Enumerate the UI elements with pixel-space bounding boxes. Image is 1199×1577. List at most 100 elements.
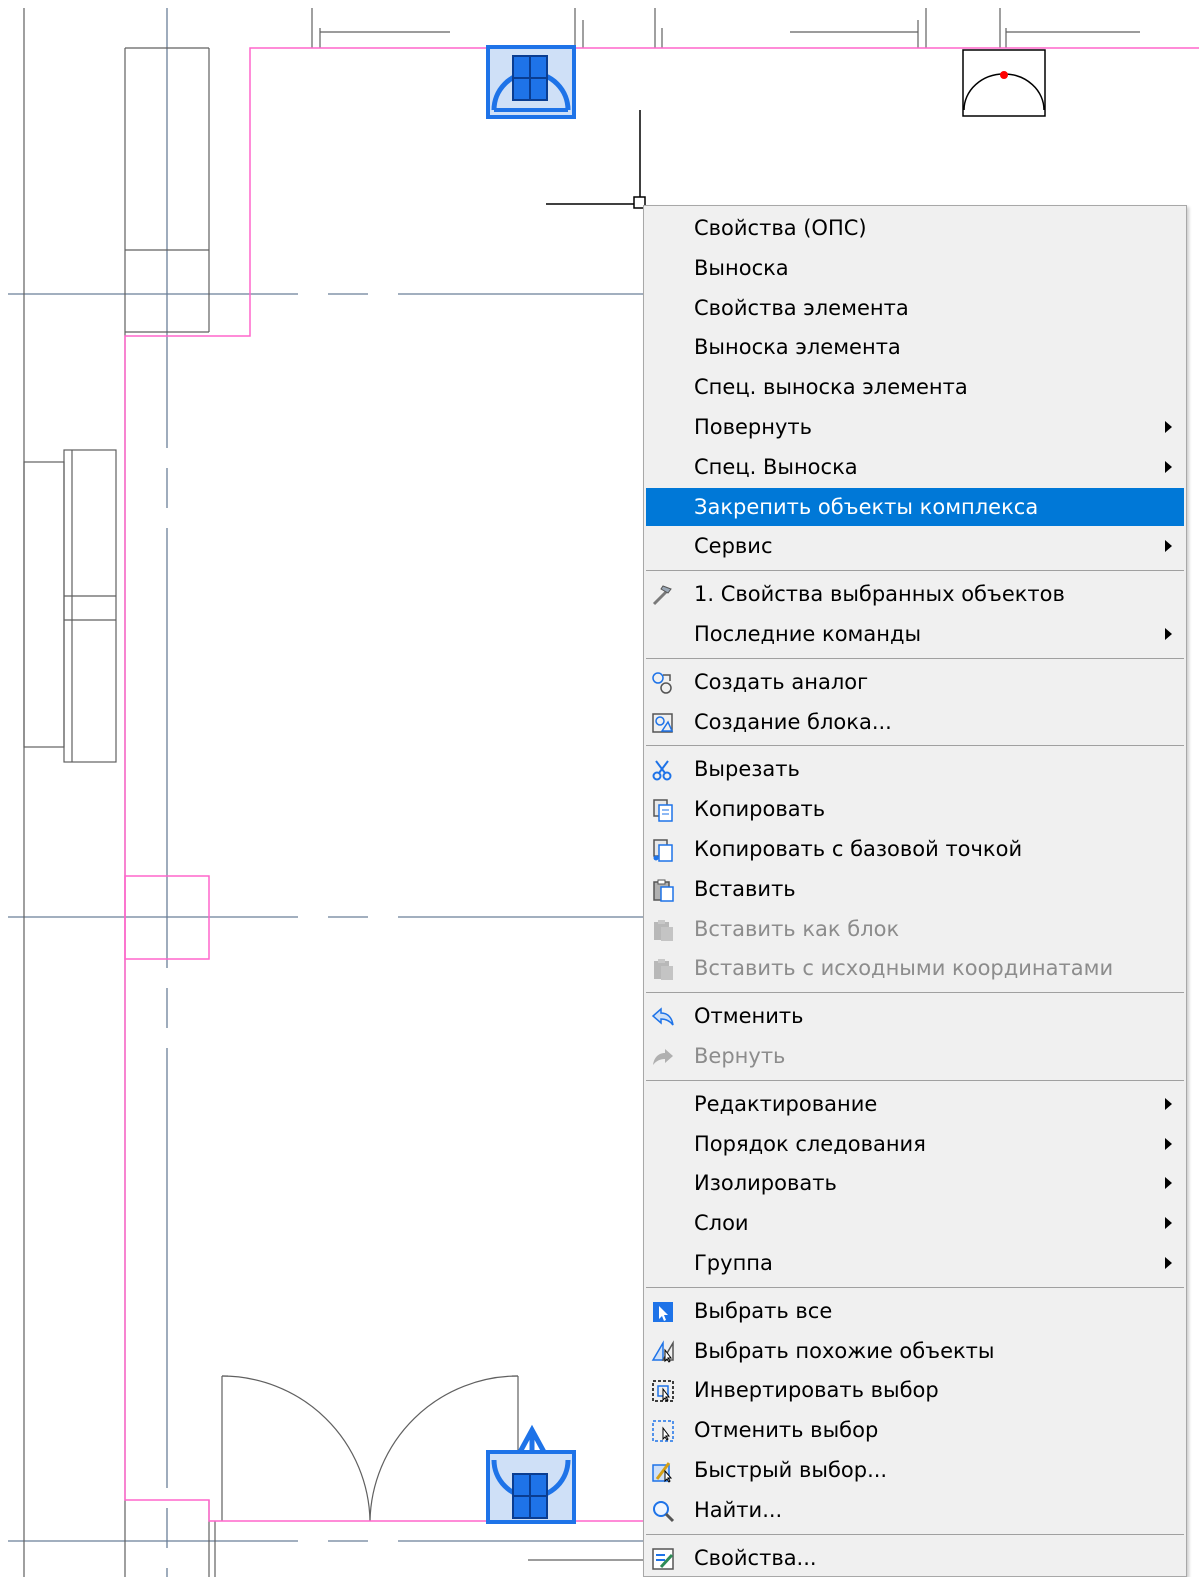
submenu-arrow-icon [1165, 628, 1172, 640]
menu-item-label: 1. Свойства выбранных объектов [694, 582, 1065, 607]
menu-item-label: Создание блока... [694, 709, 892, 734]
menu-item-label: Выбрать похожие объекты [694, 1338, 995, 1363]
menu-item-15[interactable]: Создание блока... [646, 703, 1184, 741]
menu-item-37[interactable]: Быстрый выбор... [646, 1451, 1184, 1489]
menu-item-label: Повернуть [694, 415, 813, 439]
menu-item-14[interactable]: Создать аналог [646, 663, 1184, 701]
menu-item-18[interactable]: Копировать [646, 790, 1184, 828]
menu-item-2[interactable]: Выноска [646, 249, 1184, 287]
submenu-arrow-icon [1165, 1137, 1172, 1150]
menu-item-5[interactable]: Спец. выноска элемента [646, 368, 1184, 406]
menu-item-label: Последние команды [694, 622, 922, 646]
menu-item-label: Выноска элемента [694, 335, 901, 360]
menu-item-label: Вернуть [694, 1044, 786, 1068]
menu-item-27[interactable]: Редактирование [646, 1085, 1184, 1123]
menu-item-label: Создать аналог [694, 669, 869, 694]
block-icon [651, 711, 675, 735]
menu-item-label: Найти... [694, 1497, 783, 1522]
menu-item-4[interactable]: Выноска элемента [646, 328, 1184, 366]
deselect-icon [651, 1419, 675, 1443]
detector-top-right[interactable] [962, 49, 1046, 117]
submenu-arrow-icon [1165, 421, 1172, 433]
undo-icon [651, 1005, 675, 1029]
menu-item-35[interactable]: Инвертировать выбор [646, 1371, 1184, 1409]
menu-item-12[interactable]: Последние команды [646, 615, 1184, 653]
select-all-icon [651, 1300, 675, 1324]
menu-item-24[interactable]: Отменить [646, 997, 1184, 1035]
menu-item-29[interactable]: Изолировать [646, 1164, 1184, 1202]
menu-item-label: Вставить как блок [694, 916, 900, 941]
menu-item-8[interactable]: Закрепить объекты комплекса [646, 487, 1184, 526]
paste-gray-icon [651, 957, 675, 981]
menu-item-label: Изолировать [694, 1171, 837, 1196]
menu-item-label: Закрепить объекты комплекса [694, 494, 1039, 519]
menu-item-label: Порядок следования [694, 1131, 926, 1156]
paste-icon [651, 878, 675, 902]
menu-item-label: Слои [694, 1211, 749, 1236]
context-menu[interactable]: Свойства (ОПС) Выноска Свойства элемента Вы… [643, 205, 1187, 1577]
copy-base-icon [651, 838, 675, 862]
menu-separator [646, 657, 1184, 659]
submenu-arrow-icon [1165, 460, 1172, 473]
menu-item-9[interactable]: Сервис [646, 527, 1184, 565]
menu-item-34[interactable]: Выбрать похожие объекты [646, 1332, 1184, 1370]
menu-item-label: Свойства (ОПС) [694, 216, 867, 240]
menu-item-20[interactable]: Вставить [646, 870, 1184, 908]
submenu-arrow-icon [1165, 1217, 1172, 1230]
menu-item-label: Спец. выноска элемента [694, 375, 968, 400]
menu-item-25: Вернуть [646, 1037, 1184, 1075]
menu-item-7[interactable]: Спец. Выноска [646, 448, 1184, 486]
menu-item-38[interactable]: Найти... [646, 1491, 1184, 1529]
menu-item-label: Свойства... [694, 1545, 817, 1570]
menu-item-1[interactable]: Свойства (ОПС) [646, 209, 1184, 247]
menu-item-label: Вырезать [694, 757, 800, 782]
menu-item-label: Группа [694, 1251, 773, 1275]
menu-item-label: Копировать [694, 797, 826, 822]
menu-item-28[interactable]: Порядок следования [646, 1125, 1184, 1163]
submenu-arrow-icon [1165, 1257, 1172, 1269]
menu-item-label: Выбрать все [694, 1298, 833, 1323]
submenu-arrow-icon [1165, 1177, 1172, 1190]
hammer-icon [651, 583, 675, 607]
menu-item-label: Спец. Выноска [694, 454, 858, 479]
menu-item-11[interactable]: 1. Свойства выбранных объектов [646, 575, 1184, 613]
menu-item-3[interactable]: Свойства элемента [646, 289, 1184, 327]
menu-item-label: Редактирование [694, 1091, 878, 1116]
menu-item-40[interactable]: Свойства... [646, 1539, 1184, 1576]
menu-item-label: Вставить [694, 876, 796, 901]
properties-icon [651, 1547, 675, 1571]
quick-select-icon [651, 1459, 675, 1483]
menu-item-22: Вставить с исходными координатами [646, 949, 1184, 987]
menu-item-label: Быстрый выбор... [694, 1458, 888, 1482]
magnifier-icon [651, 1499, 675, 1523]
menu-item-21: Вставить как блок [646, 910, 1184, 948]
menu-item-31[interactable]: Группа [646, 1244, 1184, 1282]
menu-separator [646, 1286, 1184, 1288]
menu-separator [646, 570, 1184, 572]
menu-item-label: Свойства элемента [694, 295, 909, 320]
menu-separator [646, 745, 1184, 747]
menu-item-19[interactable]: Копировать с базовой точкой [646, 830, 1184, 868]
redo-icon [651, 1045, 675, 1069]
menu-item-label: Сервис [694, 534, 773, 559]
menu-item-label: Выноска [694, 255, 789, 280]
submenu-arrow-icon [1165, 1097, 1172, 1110]
menu-item-label: Инвертировать выбор [694, 1378, 939, 1403]
menu-item-6[interactable]: Повернуть [646, 408, 1184, 446]
menu-item-17[interactable]: Вырезать [646, 750, 1184, 788]
paste-gray-icon [651, 918, 675, 942]
selected-detector-top[interactable] [486, 45, 576, 119]
menu-item-label: Отменить [694, 1004, 804, 1029]
scissors-icon [651, 758, 675, 782]
menu-item-36[interactable]: Отменить выбор [646, 1411, 1184, 1449]
select-similar-icon [651, 1339, 675, 1364]
menu-item-label: Копировать с базовой точкой [694, 837, 1023, 861]
create-analog-icon [651, 671, 675, 695]
menu-item-label: Вставить с исходными координатами [694, 956, 1114, 981]
menu-item-label: Отменить выбор [694, 1418, 879, 1443]
menu-separator [646, 1533, 1184, 1535]
menu-item-33[interactable]: Выбрать все [646, 1292, 1184, 1330]
menu-item-30[interactable]: Слои [646, 1204, 1184, 1242]
menu-separator [646, 1079, 1184, 1081]
submenu-arrow-icon [1165, 540, 1172, 553]
